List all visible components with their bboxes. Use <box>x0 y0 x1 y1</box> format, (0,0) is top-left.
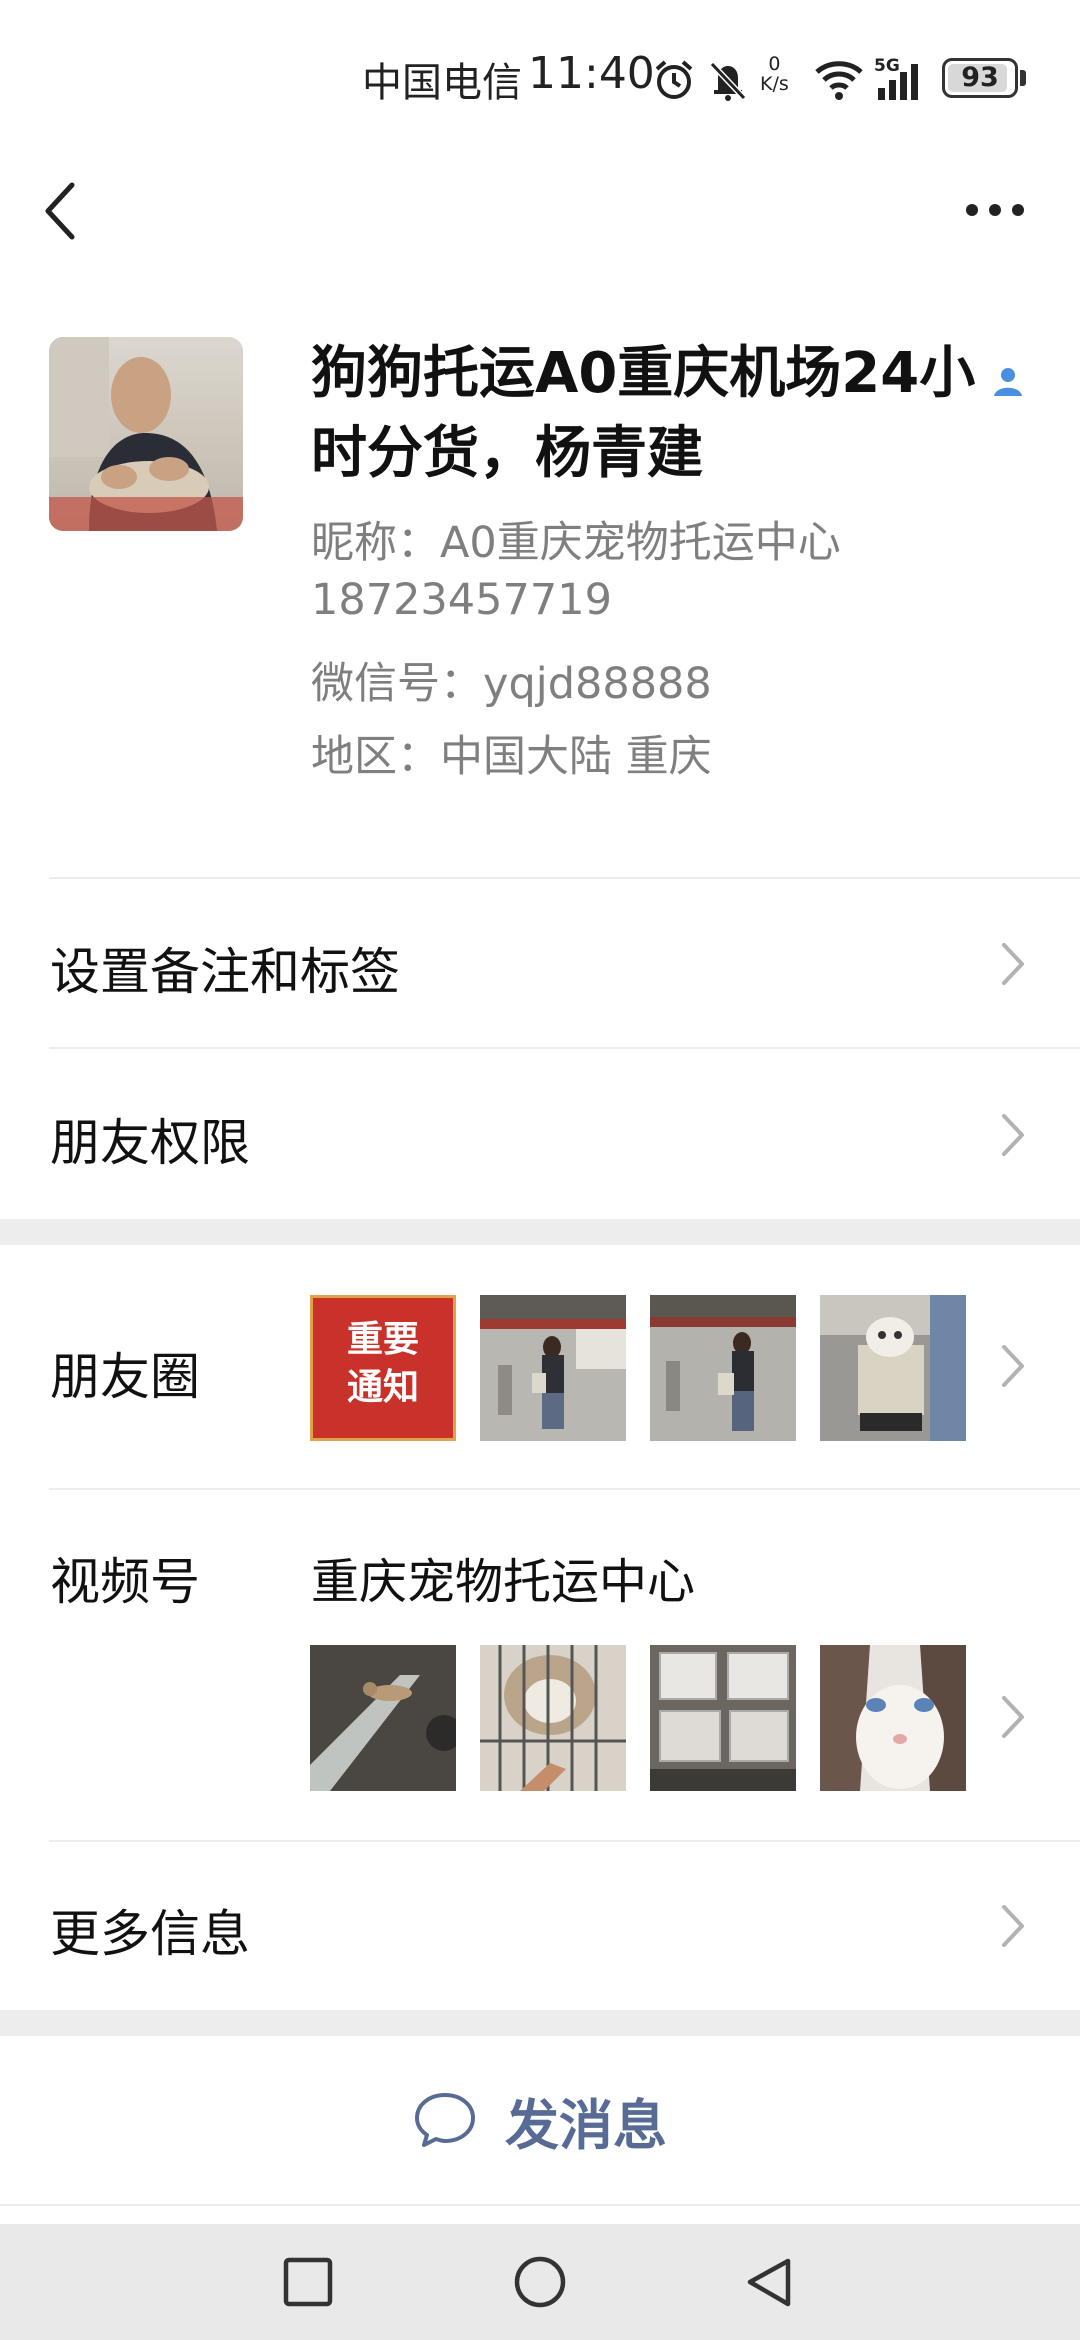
wifi-icon <box>815 61 863 100</box>
net-speed-value: 0 <box>768 53 781 75</box>
more-info-row[interactable]: 更多信息 <box>0 1842 1080 2010</box>
permissions-label: 朋友权限 <box>50 1114 250 1172</box>
moments-thumbnail <box>480 1295 626 1441</box>
net-speed: 0 K/s <box>760 54 789 94</box>
send-message-button[interactable]: 发消息 <box>0 2036 1080 2204</box>
chevron-right-icon <box>1002 1905 1024 1947</box>
send-message-label: 发消息 <box>505 2093 667 2157</box>
channel-thumbnail <box>650 1645 796 1791</box>
channel-thumbnail <box>820 1645 966 1791</box>
moments-label: 朋友圈 <box>50 1348 200 1406</box>
section-gap <box>0 2010 1080 2036</box>
moments-thumbnail <box>650 1295 796 1441</box>
system-nav-bar <box>0 2224 1080 2340</box>
channels-label: 视频号 <box>50 1553 200 1611</box>
remarks-label: 设置备注和标签 <box>50 943 400 1001</box>
contact-name: 狗狗托运A0重庆机场24小时分货，杨青建 <box>311 341 976 486</box>
chat-bubble-icon <box>415 2093 475 2147</box>
clock: 11:40 <box>528 48 655 99</box>
divider <box>0 2204 1080 2206</box>
alarm-icon <box>655 60 693 99</box>
home-icon[interactable] <box>512 2256 568 2312</box>
battery-icon: 93 <box>942 58 1018 98</box>
channel-thumbnail <box>480 1645 626 1791</box>
battery-tip <box>1020 70 1026 86</box>
signal-icon <box>878 64 918 100</box>
status-bar: 中国电信 11:40 0 K/s 5G 93 <box>0 0 1080 160</box>
notice-text: 重要通知 <box>346 1319 419 1408</box>
moments-row[interactable]: 朋友圈 重要通知 <box>0 1245 1080 1488</box>
chevron-right-icon <box>1002 943 1024 985</box>
chevron-right-icon <box>1002 1114 1024 1156</box>
channel-thumbnail <box>310 1645 456 1791</box>
remarks-row[interactable]: 设置备注和标签 <box>0 879 1080 1047</box>
more-button[interactable] <box>960 190 1030 230</box>
verified-user-icon <box>994 368 1022 396</box>
chevron-right-icon <box>1002 1696 1024 1738</box>
back-button[interactable] <box>30 176 90 246</box>
back-nav-icon[interactable] <box>742 2256 796 2310</box>
region-text: 地区：中国大陆 重庆 <box>311 732 712 782</box>
mute-icon <box>709 61 747 101</box>
net-speed-unit: K/s <box>760 73 789 95</box>
wechat-id-text: 微信号：yqjd88888 <box>311 659 712 709</box>
channels-row[interactable]: 视频号 重庆宠物托运中心 <box>0 1490 1080 1840</box>
nickname-text: 昵称：A0重庆宠物托运中心 <box>311 518 841 568</box>
recent-apps-icon[interactable] <box>282 2256 334 2308</box>
more-icon <box>966 204 1024 216</box>
phone-text: 18723457719 <box>311 575 612 625</box>
carrier-label: 中国电信 <box>362 60 522 106</box>
avatar[interactable] <box>49 337 243 531</box>
chevron-right-icon <box>1002 1345 1024 1387</box>
moments-thumbnail: 重要通知 <box>310 1295 456 1441</box>
back-icon <box>45 182 75 240</box>
battery-level: 93 <box>961 62 999 93</box>
section-gap <box>0 1219 1080 1245</box>
permissions-row[interactable]: 朋友权限 <box>0 1049 1080 1219</box>
channel-name: 重庆宠物托运中心 <box>311 1554 696 1610</box>
more-info-label: 更多信息 <box>50 1905 250 1963</box>
moments-thumbnail <box>820 1295 966 1441</box>
